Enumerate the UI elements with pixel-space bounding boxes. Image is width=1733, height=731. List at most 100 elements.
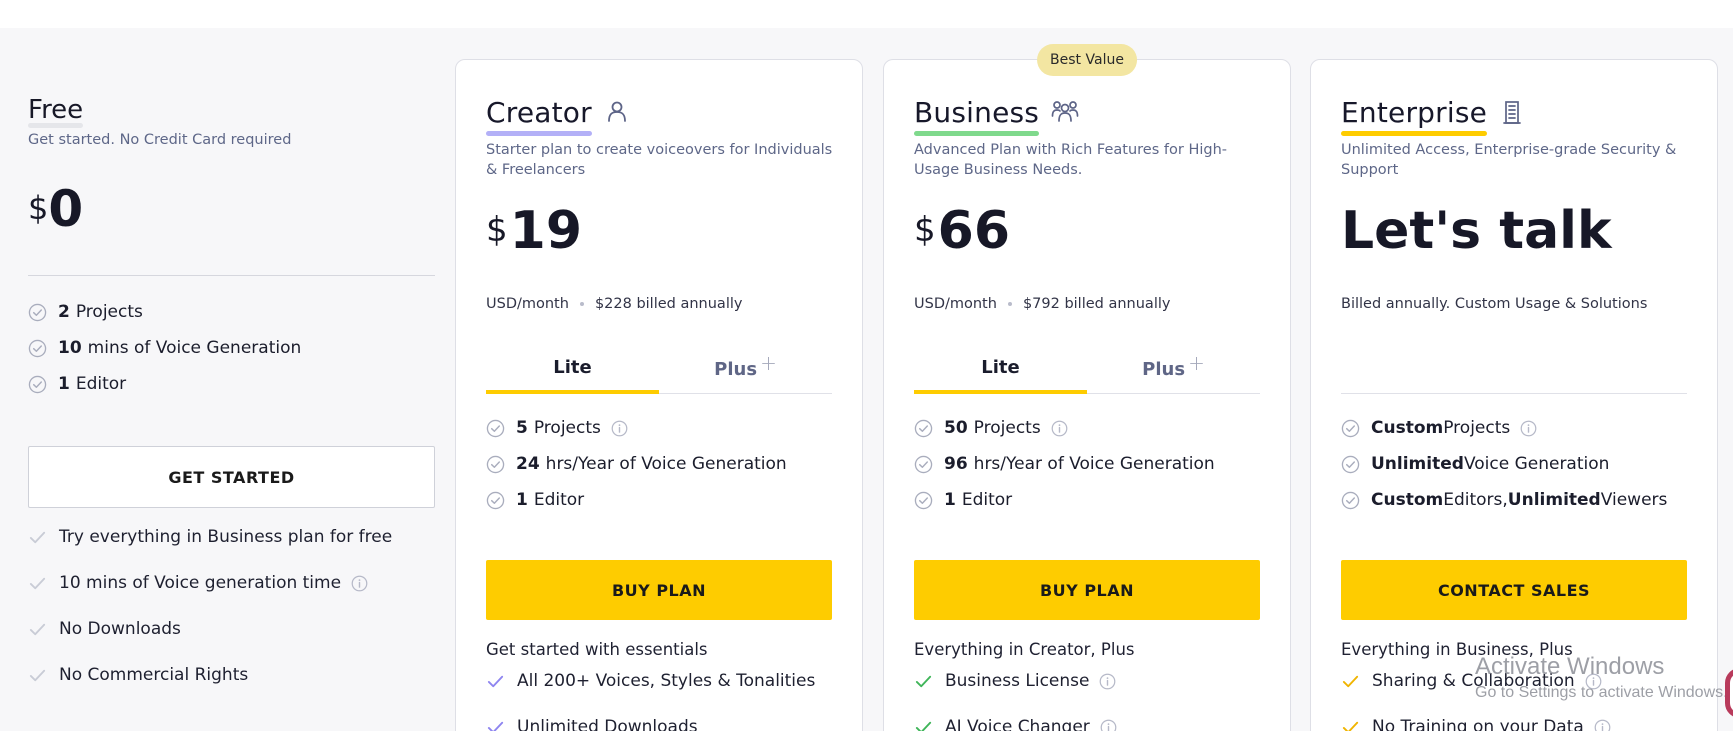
- plan-business: Best Value Business Advanced Plan with R…: [883, 44, 1291, 731]
- plan-desc-free: Get started. No Credit Card required: [28, 132, 292, 148]
- contact-sales-button[interactable]: CONTACT SALES: [1341, 560, 1687, 620]
- get-started-button[interactable]: GET STARTED: [28, 446, 435, 508]
- feature-text: No Downloads: [59, 619, 181, 639]
- plan-creator: Creator Starter plan to create voiceover…: [455, 59, 863, 731]
- extras-list: Try everything in Business plan for free…: [28, 514, 392, 698]
- feature-list: Custom Projects Unlimited Voice Generatio…: [1341, 410, 1667, 518]
- feature-text: Business License: [945, 671, 1090, 691]
- info-icon[interactable]: [1100, 719, 1117, 731]
- feature-text: Viewers: [1600, 490, 1668, 510]
- feature-value: 5: [516, 418, 528, 438]
- feature-text: mins of Voice Generation: [87, 338, 302, 358]
- feature-item: 1 Editor: [914, 482, 1215, 518]
- plan-header: Creator: [486, 96, 630, 136]
- feature-item: Custom Editors, Unlimited Viewers: [1341, 482, 1667, 518]
- feature-list: 50 Projects 96 hrs/Year of Voice Generation…: [914, 410, 1215, 518]
- feature-text: Projects: [1443, 418, 1511, 438]
- billing-annual: $228 billed annually: [594, 296, 743, 312]
- extras-list: All 200+ Voices, Styles & Tonalities Unli…: [486, 658, 815, 731]
- feature-text: Editor: [75, 374, 127, 394]
- chat-widget-button[interactable]: [1725, 668, 1733, 718]
- feature-text: AI Voice Changer: [945, 717, 1090, 731]
- feature-value: 1: [944, 490, 956, 510]
- checkmark-icon: [915, 675, 932, 687]
- check-circle-icon: [486, 491, 505, 509]
- checkmark-icon: [487, 675, 504, 687]
- feature-text: Projects: [973, 418, 1041, 438]
- feature-value: Unlimited: [1371, 454, 1464, 474]
- tier-tabs: Lite Plus +: [486, 350, 832, 394]
- billing-info: Billed annually. Custom Usage & Solution…: [1341, 296, 1648, 312]
- plus-icon: +: [1188, 351, 1205, 375]
- info-icon[interactable]: [1520, 420, 1537, 437]
- included-heading: Get started with essentials: [486, 640, 708, 659]
- feature-item: 50 Projects: [914, 410, 1215, 446]
- checkmark-icon: [29, 531, 46, 543]
- feature-item: Custom Projects: [1341, 410, 1667, 446]
- feature-text: Editors,: [1443, 490, 1508, 510]
- feature-item: 24 hrs/Year of Voice Generation: [486, 446, 787, 482]
- extras-list: Business License AI Voice Changer: [914, 658, 1117, 731]
- group-icon: [1051, 101, 1079, 122]
- feature-list: 2 Projects 10 mins of Voice Generation 1 Edit…: [28, 294, 301, 402]
- tab-lite[interactable]: Lite: [914, 350, 1087, 394]
- included-heading: Everything in Creator, Plus: [914, 640, 1135, 659]
- checkmark-icon: [29, 669, 46, 681]
- feature-text: Editor: [533, 490, 585, 510]
- extra-feature-item: No Commercial Rights: [28, 652, 392, 698]
- feature-text: hrs/Year of Voice Generation: [545, 454, 787, 474]
- feature-list: 5 Projects 24 hrs/Year of Voice Generation 1…: [486, 410, 787, 518]
- extra-feature-item: Unlimited Downloads: [486, 704, 815, 731]
- feature-value: Custom: [1371, 418, 1444, 438]
- best-value-badge: Best Value: [1037, 44, 1137, 76]
- tab-plus[interactable]: Plus +: [1087, 350, 1260, 393]
- building-icon: [1503, 101, 1521, 124]
- feature-item: Unlimited Voice Generation: [1341, 446, 1667, 482]
- checkmark-icon: [1342, 675, 1359, 687]
- checkmark-icon: [1342, 721, 1359, 731]
- plan-title-creator: Creator: [486, 96, 592, 136]
- currency-symbol: $: [914, 210, 936, 250]
- billing-annual: $792 billed annually: [1022, 296, 1171, 312]
- currency-symbol: $: [486, 210, 508, 250]
- feature-text: No Training on your Data: [1372, 717, 1584, 731]
- feature-text: No Commercial Rights: [59, 665, 249, 685]
- feature-item: 96 hrs/Year of Voice Generation: [914, 446, 1215, 482]
- plan-desc-enterprise: Unlimited Access, Enterprise-grade Secur…: [1341, 142, 1677, 178]
- watermark-subtitle: Go to Settings to activate Windows.: [1475, 684, 1728, 701]
- feature-item: 1 Editor: [28, 366, 301, 402]
- check-circle-icon: [914, 455, 933, 473]
- feature-value: Unlimited: [1507, 490, 1601, 510]
- currency-symbol: $: [28, 189, 49, 227]
- divider: [28, 275, 435, 276]
- feature-value: 1: [516, 490, 528, 510]
- info-icon[interactable]: [611, 420, 628, 437]
- feature-value: 24: [516, 454, 540, 474]
- extra-feature-item: No Downloads: [28, 606, 392, 652]
- price-free: $ 0: [28, 179, 83, 239]
- feature-text: Unlimited Downloads: [517, 717, 698, 731]
- feature-text: Projects: [75, 302, 143, 322]
- checkmark-icon: [487, 721, 504, 731]
- pricing-section: Free Get started. No Credit Card require…: [0, 28, 1733, 731]
- feature-text: Try everything in Business plan for free: [59, 527, 393, 547]
- info-icon[interactable]: [1594, 719, 1611, 731]
- plan-title-enterprise: Enterprise: [1341, 96, 1488, 136]
- plan-title-business: Business: [914, 96, 1040, 136]
- feature-value: Custom: [1371, 490, 1444, 510]
- buy-plan-button[interactable]: BUY PLAN: [914, 560, 1260, 620]
- info-icon[interactable]: [351, 575, 368, 592]
- info-icon[interactable]: [1099, 673, 1116, 690]
- feature-value: 96: [944, 454, 968, 474]
- info-icon[interactable]: [1051, 420, 1068, 437]
- buy-plan-button[interactable]: BUY PLAN: [486, 560, 832, 620]
- tier-divider: [1341, 350, 1687, 394]
- plus-icon: +: [760, 351, 777, 375]
- checkmark-icon: [915, 721, 932, 731]
- check-circle-icon: [28, 303, 47, 321]
- tab-plus[interactable]: Plus +: [659, 350, 832, 393]
- plan-header: Enterprise: [1341, 96, 1525, 136]
- tab-lite[interactable]: Lite: [486, 350, 659, 394]
- tier-tabs: Lite Plus +: [914, 350, 1260, 394]
- extra-feature-item: 10 mins of Voice generation time: [28, 560, 392, 606]
